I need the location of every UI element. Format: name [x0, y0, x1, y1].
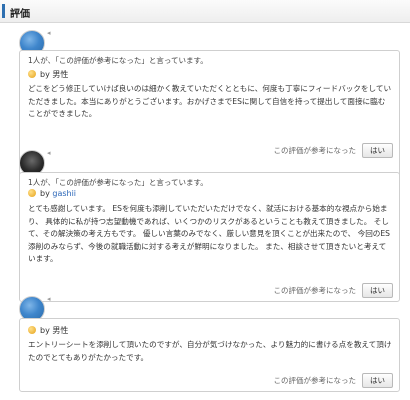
feedback-prompt: この評価が参考になった [273, 286, 357, 295]
caret-icon: ◂ [47, 295, 51, 303]
helpful-yes-button[interactable]: はい [362, 373, 393, 388]
review-author: by 男性 [28, 69, 68, 80]
author-prefix: by [40, 326, 50, 335]
user-icon [28, 70, 36, 78]
helpful-yes-button[interactable]: はい [362, 283, 393, 298]
review-card: by 男性 エントリーシートを添削して頂いたのですが、自分が気づけなかった、より… [19, 318, 400, 392]
section-header: 評価 [0, 0, 410, 23]
user-icon [28, 326, 36, 334]
user-icon [28, 189, 36, 197]
review-feedback: この評価が参考になった はい [273, 143, 393, 158]
section-title: 評価 [10, 9, 30, 20]
helpful-count-text: 1人が、「この評価が参考になった」と言っています。 [28, 56, 208, 65]
author-prefix: by [40, 189, 50, 198]
author-prefix: by [40, 70, 50, 79]
author-name: 男性 [52, 326, 69, 335]
review-card: 1人が、「この評価が参考になった」と言っています。 by gashii とても感… [19, 172, 400, 302]
review-body: どこをどう修正していけば良いのは細かく教えていただくとともに、何度も丁寧にフィー… [28, 84, 392, 118]
feedback-prompt: この評価が参考になった [273, 376, 357, 385]
author-name: 男性 [52, 70, 69, 79]
review-author: by 男性 [28, 325, 68, 336]
review-body: エントリーシートを添削して頂いたのですが、自分が気づけなかった、より魅力的に書け… [28, 340, 392, 362]
feedback-prompt: この評価が参考になった [273, 146, 357, 155]
section-accent-bar [2, 4, 5, 18]
helpful-yes-button[interactable]: はい [362, 143, 393, 158]
caret-icon: ◂ [47, 149, 51, 157]
review-body: とても感謝しています。 ESを何度も添削していただいただけでなく、就活における基… [28, 204, 391, 263]
author-name-link[interactable]: gashii [52, 189, 76, 198]
review-author: by gashii [28, 189, 76, 198]
review-feedback: この評価が参考になった はい [273, 283, 393, 298]
helpful-count-text: 1人が、「この評価が参考になった」と言っています。 [28, 178, 208, 187]
review-feedback: この評価が参考になった はい [273, 373, 393, 388]
review-card: 1人が、「この評価が参考になった」と言っています。 by 男性 どこをどう修正し… [19, 50, 400, 178]
caret-icon: ◂ [47, 29, 51, 37]
